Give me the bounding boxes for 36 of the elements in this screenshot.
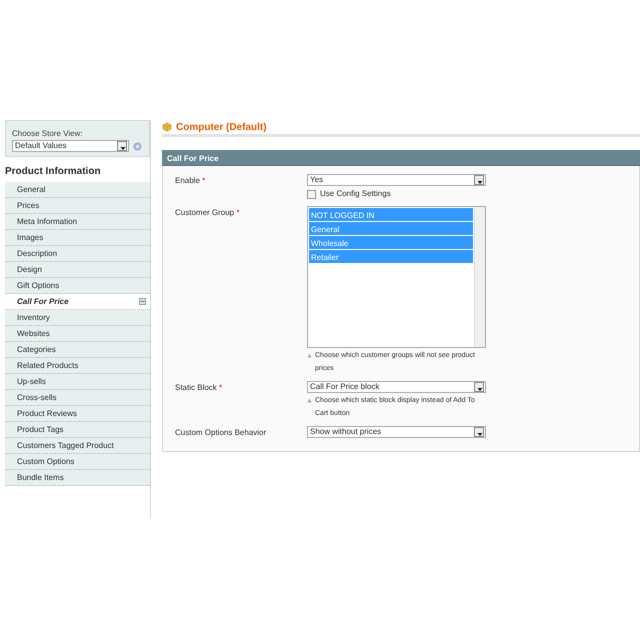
select-field[interactable]: Call For Price block (307, 381, 486, 393)
field-label: Enable * (175, 175, 206, 187)
sidebar-item[interactable]: Customers Tagged Product (5, 438, 150, 454)
store-view-select[interactable]: Default Values (12, 140, 129, 152)
select-field[interactable]: Yes (307, 174, 486, 186)
sidebar-item[interactable]: Custom Options (5, 454, 150, 470)
select-field[interactable]: Show without prices (307, 426, 486, 438)
sidebar-item[interactable]: Product Tags (5, 422, 150, 438)
checkbox[interactable] (307, 190, 316, 198)
sidebar-item[interactable]: Gift Options (5, 278, 150, 294)
sidebar-item[interactable]: Description (5, 246, 150, 262)
field-label: Static Block * (175, 382, 224, 394)
field-label: Customer Group * (175, 207, 240, 219)
fieldset-header: Call For Price (162, 150, 640, 166)
sidebar-item[interactable]: Design (5, 262, 150, 278)
checkbox-label: Use Config Settings (320, 188, 391, 200)
sidebar-item[interactable]: Product Reviews (5, 406, 150, 422)
sidebar-item[interactable]: Websites (5, 326, 150, 342)
scrollbar[interactable] (474, 207, 485, 347)
sidebar-item[interactable]: Categories (5, 342, 150, 358)
sidebar-item[interactable]: Meta Information (5, 214, 150, 230)
sidebar-item[interactable]: Related Products (5, 358, 150, 374)
collapse-icon[interactable] (139, 298, 146, 305)
box-icon (162, 122, 172, 132)
page-title: Computer (Default) (176, 120, 267, 134)
sidebar-item[interactable]: Up-sells (5, 374, 150, 390)
sidebar-item[interactable]: General (5, 182, 150, 198)
sidebar-item[interactable]: Bundle Items (5, 470, 150, 486)
sidebar-item[interactable]: Inventory (5, 310, 150, 326)
field-label: Custom Options Behavior (175, 427, 268, 439)
note-icon (307, 398, 312, 403)
sidebar-item[interactable]: Images (5, 230, 150, 246)
sidebar-item[interactable]: Cross-sells (5, 390, 150, 406)
note-icon (307, 353, 312, 358)
store-view-label: Choose Store View: (12, 128, 84, 140)
sidebar-item[interactable]: Prices (5, 198, 150, 214)
